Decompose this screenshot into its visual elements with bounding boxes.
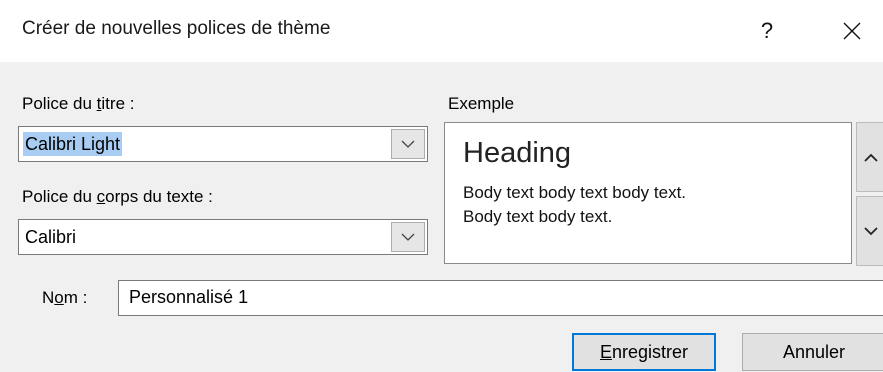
title-bar: Créer de nouvelles polices de thème ?: [0, 0, 883, 62]
body-font-label-text: Police du: [22, 187, 97, 206]
heading-font-combo[interactable]: Calibri Light: [18, 126, 428, 162]
heading-font-dropdown-button[interactable]: [391, 129, 425, 159]
chevron-down-icon: [864, 226, 878, 235]
name-value[interactable]: Personnalisé 1: [129, 287, 248, 308]
sample-preview: Heading Body text body text body text. B…: [444, 122, 852, 264]
cancel-button[interactable]: Annuler: [742, 333, 883, 371]
body-font-label-accel: c: [96, 187, 106, 206]
body-font-dropdown-button[interactable]: [391, 222, 425, 252]
body-font-value[interactable]: Calibri: [23, 225, 78, 249]
help-button[interactable]: ?: [752, 16, 782, 46]
sample-body-line-1: Body text body text body text.: [463, 183, 687, 202]
name-label: Nom :: [42, 288, 87, 308]
heading-font-value[interactable]: Calibri Light: [23, 132, 123, 156]
heading-font-label: Police du titre :: [22, 94, 134, 114]
name-label-accel: o: [54, 288, 64, 307]
dialog-title: Créer de nouvelles polices de thème: [22, 18, 331, 39]
scroll-down-button[interactable]: [856, 196, 883, 266]
save-button[interactable]: Enregistrer: [572, 333, 716, 371]
body-font-label: Police du corps du texte :: [22, 187, 213, 207]
close-button[interactable]: [832, 14, 872, 48]
name-label-text: N: [42, 288, 55, 307]
heading-font-label-text: Police du: [22, 94, 97, 113]
body-font-label-rest: orps du texte :: [105, 187, 213, 206]
close-icon: [843, 22, 861, 40]
sample-heading: Heading: [463, 137, 572, 169]
save-button-label: nregistrer: [611, 341, 689, 362]
chevron-down-icon: [401, 140, 415, 148]
sample-body: Body text body text body text. Body text…: [463, 181, 686, 229]
name-label-rest: m :: [63, 288, 88, 307]
chevron-up-icon: [864, 153, 878, 162]
save-button-accel: E: [599, 341, 612, 362]
heading-font-label-rest: itre :: [101, 94, 135, 113]
name-input[interactable]: Personnalisé 1: [118, 280, 883, 316]
chevron-down-icon: [401, 233, 415, 241]
scroll-up-button[interactable]: [856, 122, 883, 192]
sample-body-line-2: Body text body text.: [463, 207, 613, 226]
body-font-combo[interactable]: Calibri: [18, 219, 428, 255]
sample-label: Exemple: [448, 94, 515, 113]
